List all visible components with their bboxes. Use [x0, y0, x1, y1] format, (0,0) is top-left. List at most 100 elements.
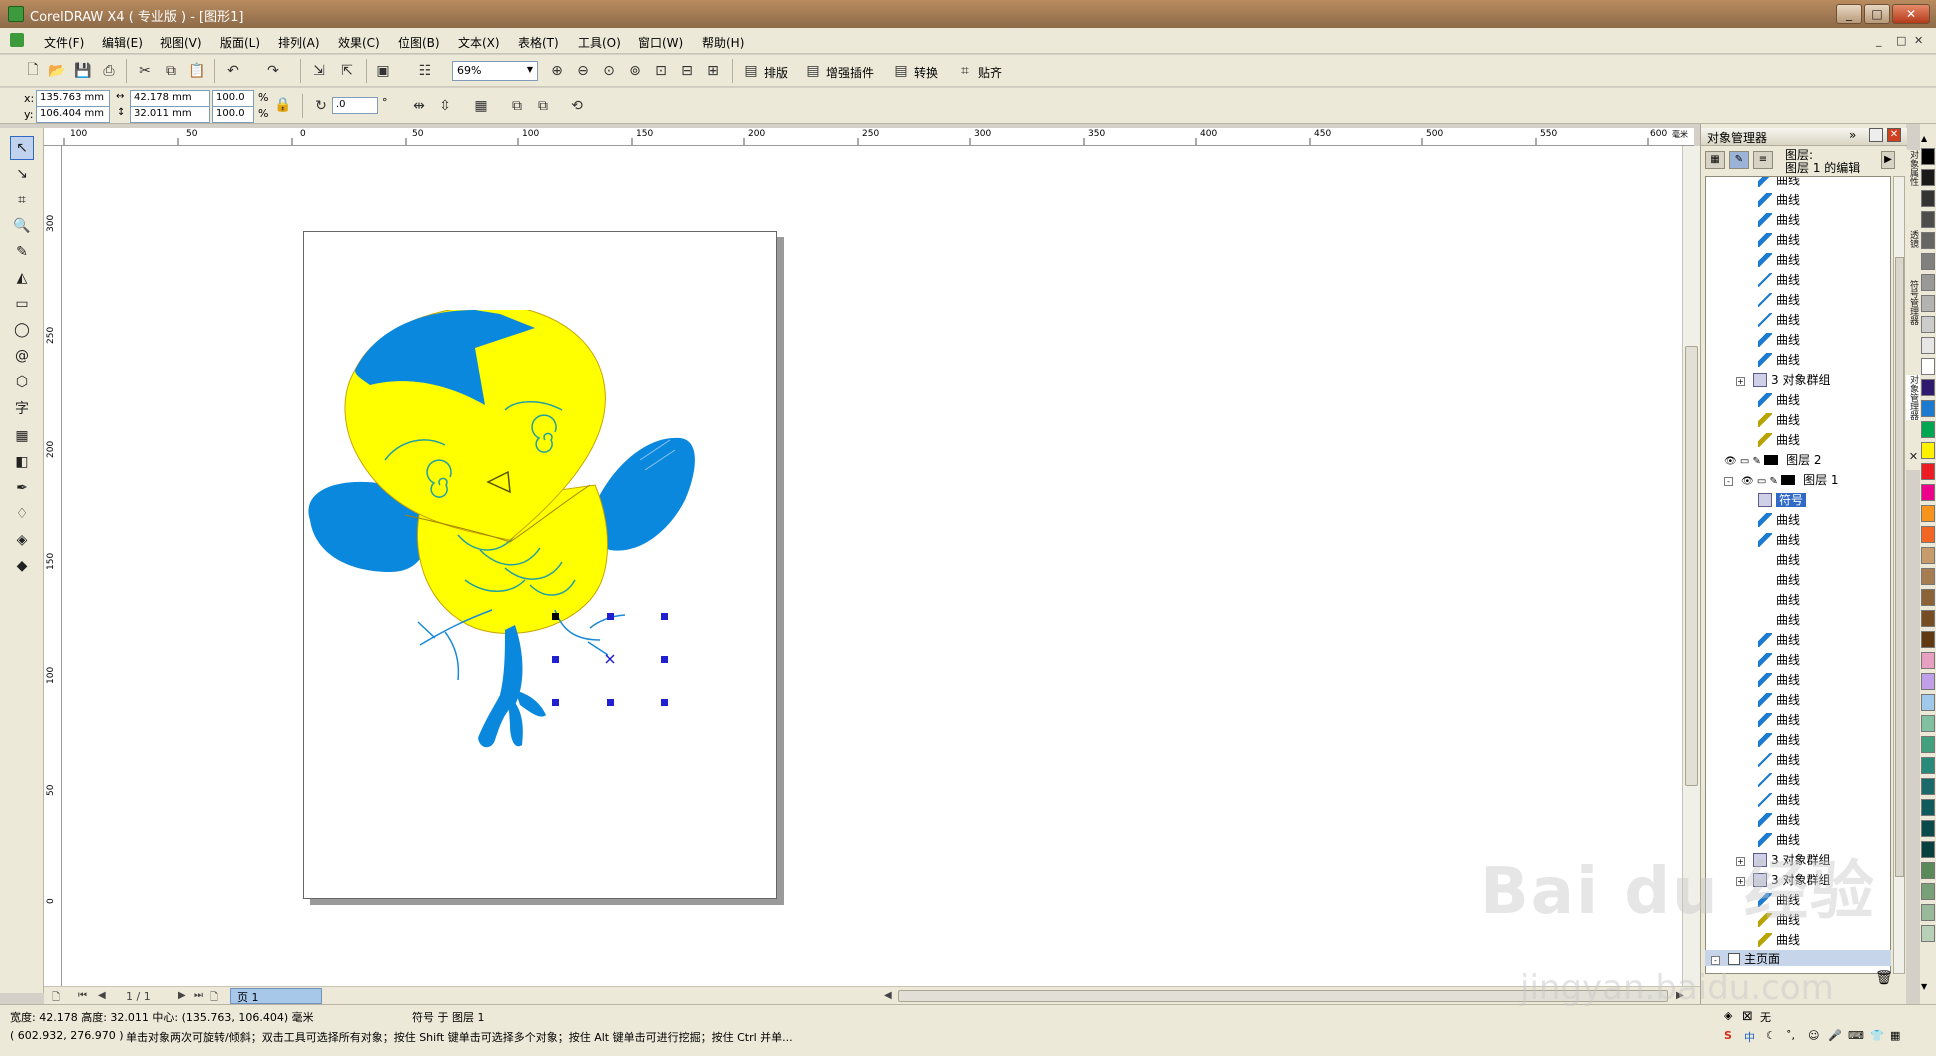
object-tree-row[interactable]: +3 对象群组	[1736, 371, 1830, 391]
snap-button[interactable]: 贴齐	[978, 64, 1002, 81]
mdi-minimize-button[interactable]: _	[1876, 34, 1882, 47]
scale-y-field[interactable]: 100.0	[212, 106, 254, 123]
object-tree-row[interactable]: 曲线	[1758, 351, 1800, 371]
undo-icon[interactable]: ↶	[222, 60, 244, 82]
vertical-scroll-thumb[interactable]	[1685, 346, 1698, 786]
palette-swatch[interactable]	[1921, 211, 1935, 228]
master-page-row[interactable]: - 主页面	[1705, 950, 1891, 966]
object-tree-row[interactable]: 曲线	[1758, 251, 1800, 271]
print-icon[interactable]: ⎙	[98, 60, 120, 82]
tab-object-manager[interactable]: 对象管理器	[1906, 375, 1920, 420]
object-tree-row[interactable]: 曲线	[1758, 671, 1800, 691]
palette-swatch[interactable]	[1921, 610, 1935, 627]
palette-swatch[interactable]	[1921, 316, 1935, 333]
object-tree-row[interactable]: 曲线	[1758, 231, 1800, 251]
fill-indicator-icon[interactable]: ◈	[1724, 1009, 1732, 1022]
last-page-icon[interactable]: ⏭	[194, 990, 203, 1001]
to-front-icon[interactable]: ⧉	[506, 95, 528, 117]
object-tree-row[interactable]: 曲线	[1758, 551, 1800, 571]
object-tree-row[interactable]: 曲线	[1758, 631, 1800, 651]
palette-swatch[interactable]	[1921, 925, 1935, 942]
palette-swatch[interactable]	[1921, 148, 1935, 165]
menu-table[interactable]: 表格(T)	[518, 34, 559, 51]
docker-flyout-icon[interactable]: ▶	[1881, 151, 1895, 169]
crop-tool-icon[interactable]: ⌗	[10, 188, 34, 212]
palette-swatch[interactable]	[1921, 904, 1935, 921]
mdi-restore-button[interactable]: □	[1896, 34, 1906, 47]
palette-swatch[interactable]	[1921, 442, 1935, 459]
object-tree-row[interactable]: 曲线	[1758, 931, 1800, 951]
ime-punct-icon[interactable]: ˚,	[1786, 1029, 1795, 1042]
smart-fill-icon[interactable]: ◭	[10, 266, 34, 290]
ime-logo-icon[interactable]: S	[1724, 1029, 1732, 1042]
palette-swatch[interactable]	[1921, 883, 1935, 900]
zoom-all-icon[interactable]: ⊚	[624, 60, 646, 82]
object-tree-scroll-thumb[interactable]	[1895, 257, 1904, 877]
minimize-button[interactable]: _	[1836, 4, 1862, 24]
convert-to-curves-icon[interactable]: ⟲	[566, 95, 588, 117]
object-tree-row[interactable]: 曲线	[1758, 731, 1800, 751]
docker-tabs-close-icon[interactable]: ✕	[1906, 450, 1920, 463]
palette-swatch[interactable]	[1921, 484, 1935, 501]
ime-grid-icon[interactable]: ▦	[1890, 1029, 1900, 1042]
zoom-in-icon[interactable]: ⊕	[546, 60, 568, 82]
palette-swatch[interactable]	[1921, 358, 1935, 375]
ime-keyboard-icon[interactable]: ⌨	[1848, 1029, 1864, 1042]
application-launcher-icon[interactable]: ▣	[372, 60, 394, 82]
document-icon[interactable]	[10, 33, 24, 47]
outline-tool-icon[interactable]: ♢	[10, 502, 34, 526]
save-icon[interactable]: 💾	[72, 60, 94, 82]
owl-right-wing[interactable]	[592, 437, 695, 551]
object-tree-row[interactable]: 曲线	[1758, 291, 1800, 311]
enhance-plugin-button[interactable]: 增强插件	[826, 64, 874, 81]
zoom-level-select[interactable]: 69% ▼	[452, 61, 538, 81]
palette-swatch[interactable]	[1921, 232, 1935, 249]
palette-swatch[interactable]	[1921, 169, 1935, 186]
palette-swatch[interactable]	[1921, 652, 1935, 669]
pick-tool-icon[interactable]: ↖	[10, 136, 34, 160]
import-icon[interactable]: ⇲	[308, 60, 330, 82]
palette-swatch[interactable]	[1921, 841, 1935, 858]
export-icon[interactable]: ⇱	[336, 60, 358, 82]
interactive-fill-icon[interactable]: ◆	[10, 554, 34, 578]
menu-arrange[interactable]: 排列(A)	[278, 34, 320, 51]
zoom-out-icon[interactable]: ⊖	[572, 60, 594, 82]
ellipse-tool-icon[interactable]: ◯	[10, 318, 34, 342]
object-tree-row[interactable]: 曲线	[1758, 511, 1800, 531]
zoom-page-icon[interactable]: ⊡	[650, 60, 672, 82]
shape-tool-icon[interactable]: ↘	[10, 162, 34, 186]
object-tree-row[interactable]: 曲线	[1758, 191, 1800, 211]
delete-icon[interactable]: 🗑	[1875, 970, 1893, 986]
expand-toggle-icon[interactable]: +	[1736, 377, 1745, 386]
object-tree-row[interactable]: 曲线	[1758, 751, 1800, 771]
object-tree-row[interactable]: 曲线	[1758, 531, 1800, 551]
object-tree-row[interactable]: 曲线	[1758, 791, 1800, 811]
menu-text[interactable]: 文本(X)	[458, 34, 500, 51]
next-page-icon[interactable]: ▶	[178, 990, 186, 1001]
palette-swatch[interactable]	[1921, 799, 1935, 816]
palette-swatch[interactable]	[1921, 568, 1935, 585]
object-tree-row[interactable]: 曲线	[1758, 711, 1800, 731]
zoom-height-icon[interactable]: ⊞	[702, 60, 724, 82]
object-tree-row[interactable]: - 👁 ▭ ✎ 图层 1	[1724, 471, 1839, 491]
convert-button[interactable]: 转换	[914, 64, 938, 81]
paste-icon[interactable]: 📋	[186, 60, 208, 82]
edit-across-layers-icon[interactable]: ✎	[1729, 151, 1749, 169]
close-button[interactable]: ✕	[1892, 4, 1930, 24]
expand-toggle-icon[interactable]: -	[1724, 477, 1733, 486]
palette-swatch[interactable]	[1921, 820, 1935, 837]
docker-close-icon[interactable]: ✕	[1887, 128, 1901, 142]
menu-help[interactable]: 帮助(H)	[702, 34, 744, 51]
palette-scroll-down-icon[interactable]: ▼	[1921, 982, 1927, 991]
menu-edit[interactable]: 编辑(E)	[102, 34, 143, 51]
ime-moon-icon[interactable]: ☾	[1766, 1029, 1776, 1042]
object-tree-row[interactable]: 曲线	[1758, 271, 1800, 291]
copy-icon[interactable]: ⧉	[160, 60, 182, 82]
palette-swatch[interactable]	[1921, 274, 1935, 291]
palette-swatch[interactable]	[1921, 673, 1935, 690]
scroll-left-icon[interactable]: ◀	[884, 990, 892, 1001]
object-tree-row[interactable]: 曲线	[1758, 651, 1800, 671]
no-outline-icon[interactable]: ⊠	[1742, 1009, 1753, 1024]
palette-swatch[interactable]	[1921, 715, 1935, 732]
palette-swatch[interactable]	[1921, 190, 1935, 207]
